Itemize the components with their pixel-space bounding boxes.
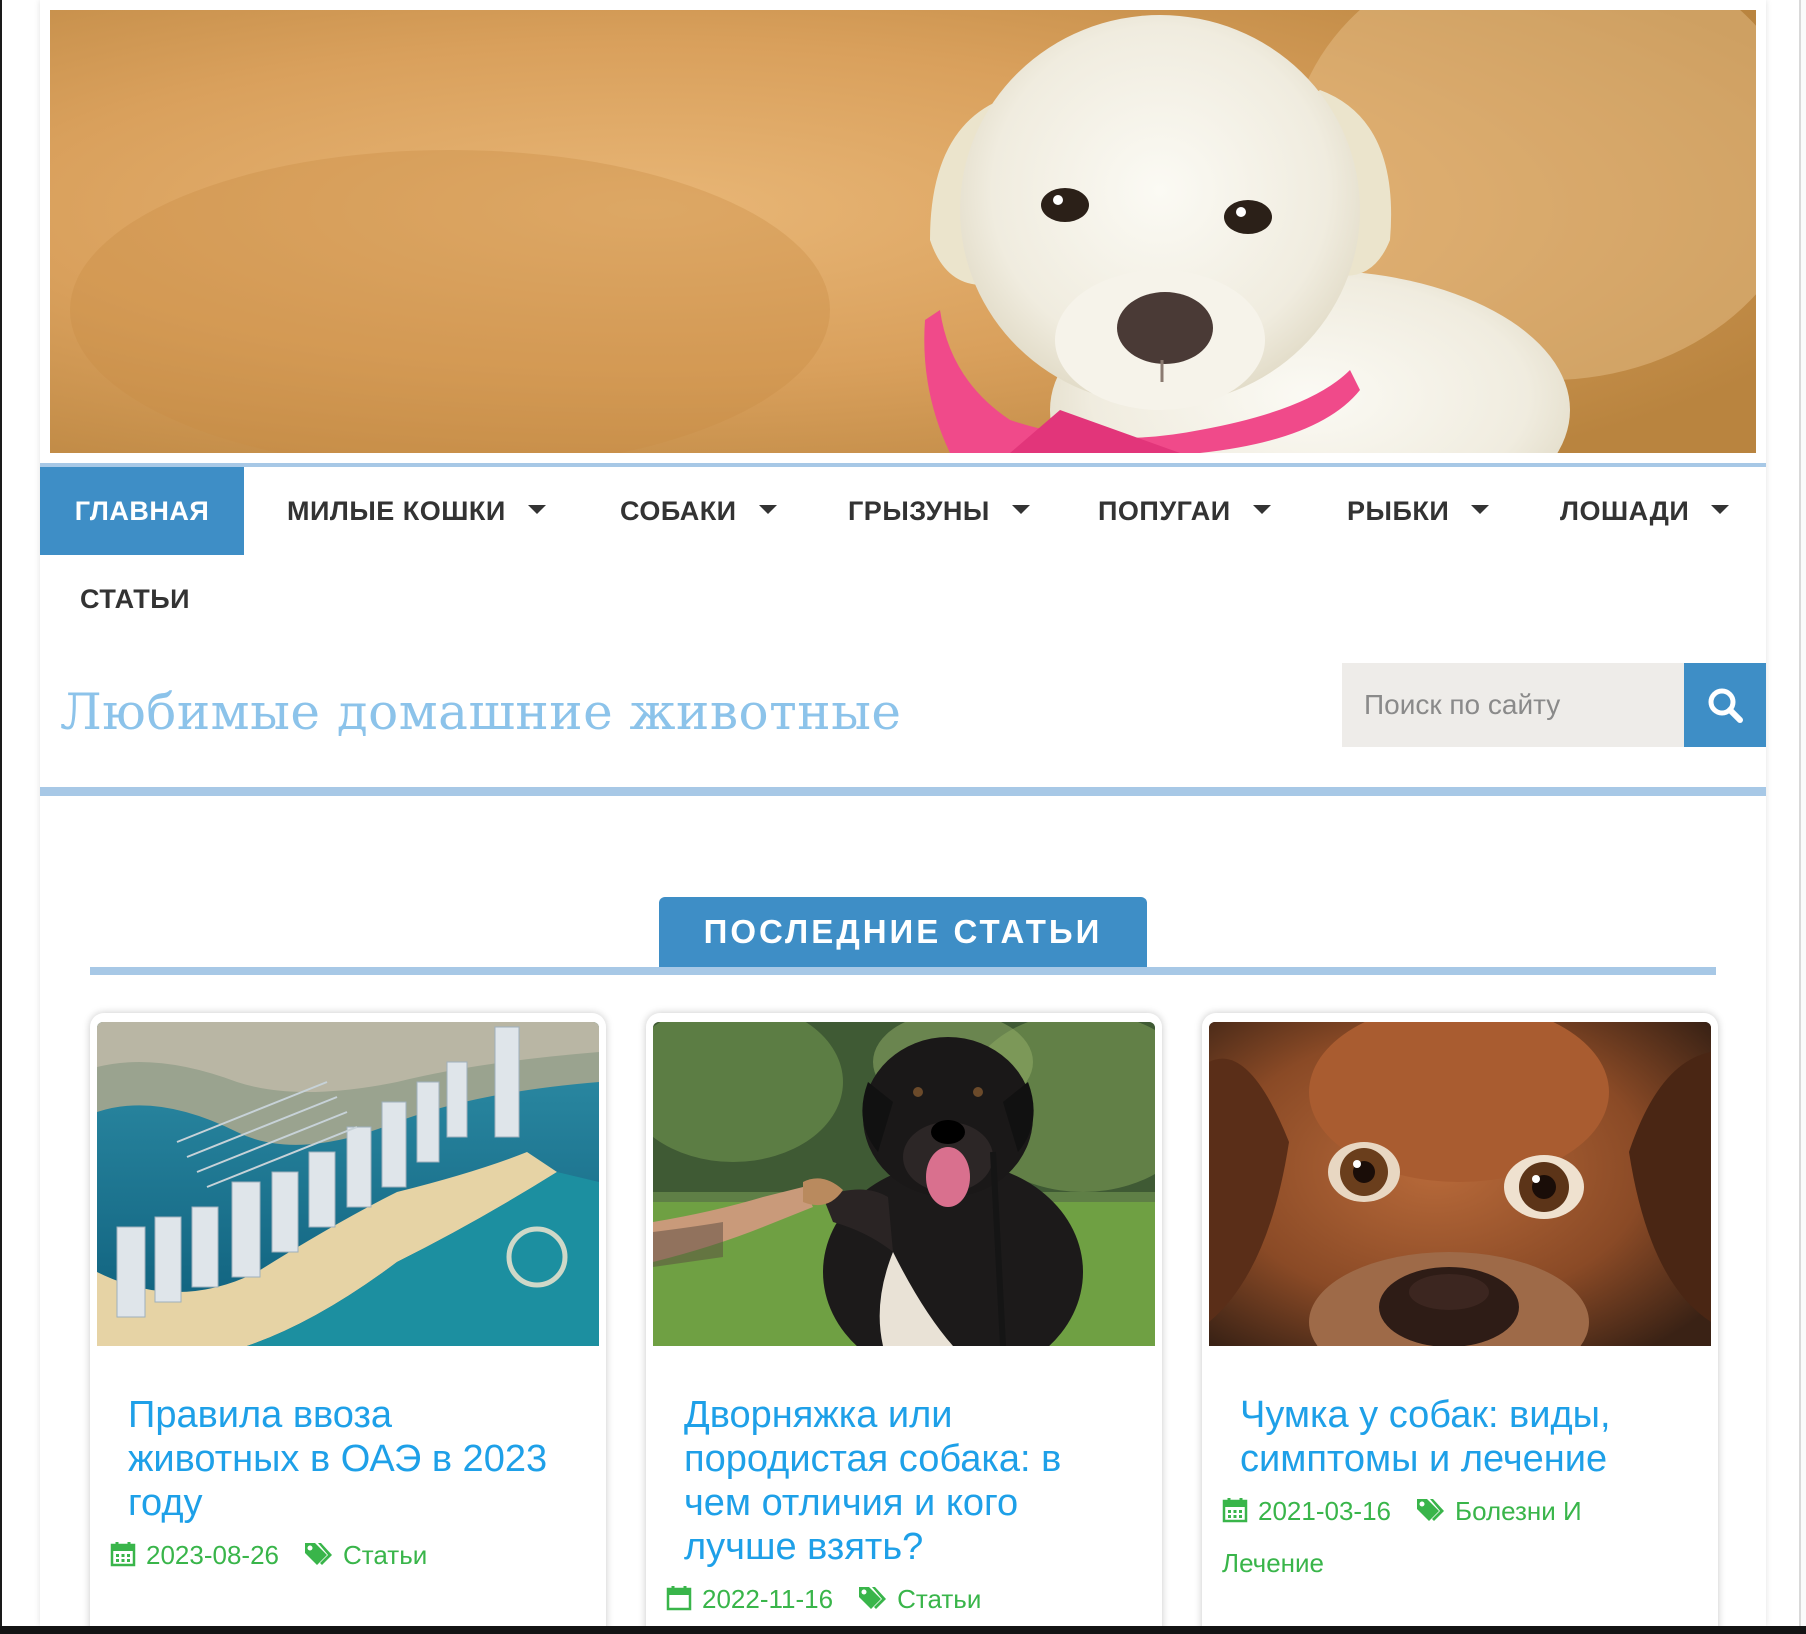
calendar-icon — [1222, 1498, 1248, 1523]
nav-item-horses[interactable]: ЛОШАДИ — [1560, 467, 1730, 555]
dubai-harbour-image — [97, 1022, 599, 1346]
header-banner-image[interactable] — [50, 10, 1756, 453]
tags-icon — [1417, 1499, 1444, 1522]
caret-down-icon — [1711, 505, 1730, 515]
caret-down-icon — [1471, 505, 1490, 515]
nav-item-label: ГРЫЗУНЫ — [848, 496, 990, 526]
article-date: 2022-11-16 — [702, 1584, 834, 1614]
window-bottom-edge — [0, 1626, 1806, 1634]
nav-item-label: ГЛАВНАЯ — [74, 496, 210, 526]
beagle-image — [1209, 1022, 1711, 1346]
tags-icon — [859, 1587, 887, 1610]
dog-paw-image — [653, 1022, 1155, 1346]
section-divider — [90, 967, 1716, 975]
header-bottom-border — [40, 787, 1766, 796]
search-input[interactable] — [1342, 663, 1684, 747]
article-card: Чумка у собак: виды, симптомы и лечение … — [1202, 1013, 1718, 1626]
site-title[interactable]: Любимые домашние животные — [60, 683, 902, 741]
article-meta: 2022-11-16 Статьи — [666, 1573, 1116, 1625]
nav-item-parrots[interactable]: ПОПУГАИ — [1098, 467, 1271, 555]
article-category-link[interactable]: Статьи — [343, 1540, 427, 1570]
nav-item-home[interactable]: ГЛАВНАЯ — [40, 467, 244, 555]
article-title[interactable]: Чумка у собак: виды, симптомы и лечение — [1240, 1393, 1680, 1481]
nav-item-cats[interactable]: МИЛЫЕ КОШКИ — [287, 467, 546, 555]
article-meta: 2021-03-16 Болезни И Лечение — [1222, 1485, 1672, 1589]
calendar-icon — [110, 1542, 136, 1567]
nav-item-rodents[interactable]: ГРЫЗУНЫ — [848, 467, 1030, 555]
article-date: 2023-08-26 — [146, 1540, 279, 1570]
article-image[interactable] — [97, 1022, 599, 1346]
nav-item-fish[interactable]: РЫБКИ — [1347, 467, 1490, 555]
caret-down-icon — [527, 505, 546, 515]
search-button[interactable] — [1684, 663, 1766, 747]
article-image[interactable] — [1209, 1022, 1711, 1346]
article-title[interactable]: Правила ввоза животных в ОАЭ в 2023 году — [128, 1393, 568, 1525]
caret-down-icon — [1252, 505, 1271, 515]
calendar-icon — [666, 1586, 692, 1611]
nav-item-label: ЛОШАДИ — [1560, 496, 1690, 526]
nav-item-articles[interactable]: СТАТЬИ — [80, 555, 190, 643]
caret-down-icon — [758, 505, 777, 515]
main-navigation: ГЛАВНАЯ МИЛЫЕ КОШКИ СОБАКИ ГРЫЗУНЫ ПОПУГ… — [40, 467, 1766, 642]
search-icon — [1708, 688, 1743, 723]
article-date: 2021-03-16 — [1258, 1496, 1391, 1526]
nav-item-label: ПОПУГАИ — [1098, 496, 1231, 526]
nav-item-label: РЫБКИ — [1347, 496, 1450, 526]
caret-down-icon — [1011, 505, 1030, 515]
puppy-illustration — [50, 10, 1756, 453]
nav-item-dogs[interactable]: СОБАКИ — [620, 467, 777, 555]
nav-item-label: МИЛЫЕ КОШКИ — [287, 496, 506, 526]
tags-icon — [305, 1543, 332, 1566]
article-card: Правила ввоза животных в ОАЭ в 2023 году… — [90, 1013, 606, 1626]
nav-item-label: СТАТЬИ — [80, 584, 191, 614]
article-category-link[interactable]: Статьи — [897, 1584, 981, 1614]
page-container: ГЛАВНАЯ МИЛЫЕ КОШКИ СОБАКИ ГРЫЗУНЫ ПОПУГ… — [40, 0, 1766, 1626]
article-image[interactable] — [653, 1022, 1155, 1346]
nav-item-label: СОБАКИ — [620, 496, 737, 526]
article-meta: 2023-08-26 Статьи — [110, 1529, 560, 1581]
page-edge — [1801, 0, 1806, 1626]
article-title[interactable]: Дворняжка или породистая собака: в чем о… — [684, 1393, 1124, 1569]
section-title: ПОСЛЕДНИЕ СТАТЬИ — [659, 897, 1147, 967]
article-card: Дворняжка или породистая собака: в чем о… — [646, 1013, 1162, 1626]
